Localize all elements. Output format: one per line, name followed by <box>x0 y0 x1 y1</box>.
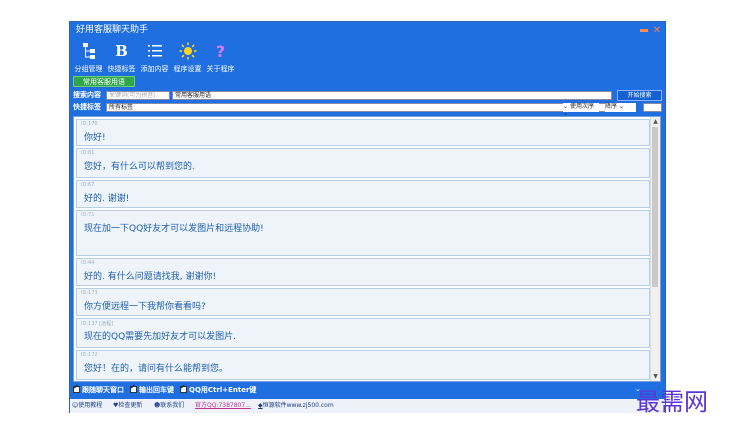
message-list: ID:170 你好! ID:81 您好，有什么可以帮到您的. ID:67 好的.… <box>73 116 661 382</box>
message-item[interactable]: ID:81 您好，有什么可以帮到您的. <box>76 148 650 178</box>
message-item[interactable]: ID:172 您好！在的，请问有什么能帮到您。 <box>76 350 650 380</box>
tag-select-value: 所有标签 <box>109 104 134 111</box>
message-item[interactable]: ID:137 [远程] 现在的QQ需要先加好友才可以发图片. <box>76 318 650 348</box>
order-select[interactable]: 降序 ⌄ <box>605 103 636 112</box>
options-bar: 跟随聊天窗口 输出回车键 QQ用Ctrl+Enter键 <box>73 383 257 395</box>
message-text: 好的. 有什么问题请找我, 谢谢你! <box>84 272 217 282</box>
start-search-button[interactable]: 开始搜索 <box>617 90 662 101</box>
check-update-label: 检查更新 <box>118 402 143 409</box>
message-text: 你好! <box>84 133 106 143</box>
message-meta: ID:81 <box>81 150 95 156</box>
message-meta: ID:173 <box>81 290 98 296</box>
message-item[interactable]: ID:67 好的. 谢谢! <box>76 180 650 208</box>
message-meta: ID:172 <box>81 352 98 358</box>
help-link[interactable]: ☺ 使用教程 <box>72 399 102 413</box>
message-item[interactable]: ID:71 现在加一下QQ好友才可以发图片和远程协助! <box>76 210 650 256</box>
tag-extra-field[interactable] <box>643 103 662 112</box>
list-icon <box>138 41 171 61</box>
search-input[interactable]: 关键词(可为拼音) <box>106 91 170 100</box>
follow-window-checkbox[interactable]: 跟随聊天窗口 <box>73 383 124 395</box>
category-select[interactable]: 常用客服用语 <box>172 91 612 100</box>
toolbar: 分组管理 B 快捷标签 添加内容 程序设置 ? 关于程序 <box>72 40 237 74</box>
message-text: 现在的QQ需要先加好友才可以发图片. <box>84 332 237 342</box>
toolbar-add-content-button[interactable]: 添加内容 <box>138 40 171 74</box>
scrollbar[interactable]: ▲ ▼ <box>650 117 660 381</box>
help-link-label: 使用教程 <box>78 402 103 409</box>
qq-link[interactable]: 官方QQ:7387807... <box>195 399 251 413</box>
website-label: 恒源软件www.zj500.com <box>262 402 334 409</box>
scroll-thumb[interactable] <box>652 127 658 287</box>
message-text: 您好，有什么可以帮到您的. <box>84 162 195 172</box>
message-meta: ID:44 <box>81 260 95 266</box>
checkbox-checked-icon <box>73 383 80 393</box>
contact-label: 联系我们 <box>160 402 185 409</box>
toolbar-about-button[interactable]: ? 关于程序 <box>204 40 237 74</box>
window-title: 好用客服聊天助手 <box>76 25 149 35</box>
message-item[interactable]: ID:173 你方便远程一下我帮你看看吗? <box>76 288 650 316</box>
message-text: 你方便远程一下我帮你看看吗? <box>84 302 206 312</box>
footer-bar: ☺ 使用教程 ♥ 检查更新 ☻ 联系我们 官方QQ:7387807... ◆ 恒… <box>70 399 665 413</box>
output-enter-checkbox[interactable]: 输出回车键 <box>130 383 174 395</box>
tag-label: 快捷标签 <box>73 103 101 111</box>
watermark-logo: 最需网 <box>636 388 708 416</box>
message-meta: ID:67 <box>81 182 95 188</box>
contact-link[interactable]: ☻ 联系我们 <box>154 399 184 413</box>
message-meta: ID:137 [远程] <box>81 321 114 327</box>
option-label: QQ用Ctrl+Enter键 <box>189 385 257 394</box>
app-window: 好用客服聊天助手 ✕ 分组管理 B 快捷标签 添加内容 程序设置 ? 关于程序 … <box>69 21 666 413</box>
toolbar-quick-tag-button[interactable]: B 快捷标签 <box>105 40 138 74</box>
sort-select-value: 使用次序 <box>569 103 594 110</box>
tag-select[interactable]: 所有标签 <box>106 103 636 112</box>
search-row: 搜索内容 关键词(可为拼音) 常用客服用语 开始搜索 <box>73 90 662 101</box>
scroll-down-arrow-icon[interactable]: ▼ <box>651 372 660 381</box>
scroll-up-arrow-icon[interactable]: ▲ <box>651 117 660 126</box>
sort-select[interactable]: ⌄ 使用次序 ⌄ <box>563 103 599 117</box>
message-item[interactable]: ID:44 好的. 有什么问题请找我, 谢谢你! <box>76 258 650 286</box>
message-item[interactable]: ID:170 你好! <box>76 119 650 146</box>
close-button[interactable]: ✕ <box>652 26 662 36</box>
sun-gear-icon <box>171 41 204 61</box>
option-label: 输出回车键 <box>139 385 174 394</box>
message-text: 好的. 谢谢! <box>84 194 130 204</box>
checkbox-checked-icon <box>130 383 137 393</box>
toolbar-label: 关于程序 <box>206 65 235 73</box>
minimize-button[interactable] <box>639 26 649 35</box>
title-bar: 好用客服聊天助手 ✕ <box>70 22 665 39</box>
checkbox-checked-icon <box>180 383 187 393</box>
check-update-link[interactable]: ♥ 检查更新 <box>113 399 142 413</box>
option-label: 跟随聊天窗口 <box>82 385 124 394</box>
toolbar-group-manage-button[interactable]: 分组管理 <box>72 40 105 74</box>
tag-row: 快捷标签 所有标签 ⌄ 使用次序 ⌄ 降序 ⌄ <box>73 102 662 117</box>
bold-icon: B <box>115 42 128 60</box>
message-text: 您好！在的，请问有什么能帮到您。 <box>84 364 229 374</box>
order-select-value: 降序 <box>605 103 618 110</box>
message-text: 现在加一下QQ好友才可以发图片和远程协助! <box>84 224 264 234</box>
common-phrases-button[interactable]: 常用客服用语 <box>73 76 135 87</box>
group-icon <box>72 41 105 61</box>
ctrl-enter-checkbox[interactable]: QQ用Ctrl+Enter键 <box>180 383 257 395</box>
message-meta: ID:71 <box>81 212 95 218</box>
search-label: 搜索内容 <box>73 91 101 99</box>
website-link[interactable]: ◆ 恒源软件www.zj500.com <box>258 399 334 413</box>
message-meta: ID:170 <box>81 121 98 127</box>
toolbar-settings-button[interactable]: 程序设置 <box>171 40 204 74</box>
question-icon: ? <box>215 41 226 61</box>
